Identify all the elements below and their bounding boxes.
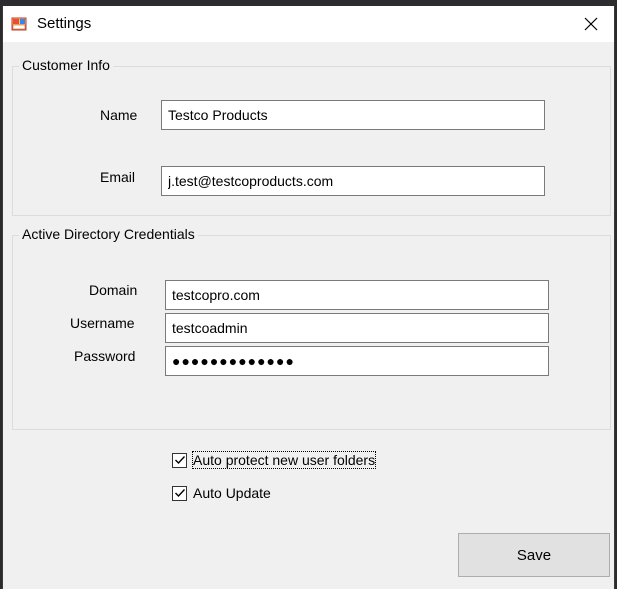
domain-label: Domain xyxy=(89,282,138,298)
close-icon xyxy=(584,17,598,31)
checkmark-icon xyxy=(174,456,185,465)
username-field[interactable] xyxy=(165,313,549,343)
settings-window-icon xyxy=(11,16,27,32)
auto-protect-option[interactable]: Auto protect new user folders xyxy=(172,451,377,469)
auto-update-option[interactable]: Auto Update xyxy=(172,485,271,501)
save-button[interactable]: Save xyxy=(458,533,610,577)
password-label: Password xyxy=(74,348,136,364)
window-title: Settings xyxy=(37,15,92,32)
auto-protect-checkbox[interactable] xyxy=(172,452,187,468)
ad-credentials-legend: Active Directory Credentials xyxy=(19,226,198,242)
password-field[interactable]: ●●●●●●●●●●●●● xyxy=(165,346,549,376)
title-bar: Settings xyxy=(3,6,614,42)
settings-window: Settings Customer Info Name Email Active… xyxy=(2,6,615,589)
auto-update-label[interactable]: Auto Update xyxy=(193,485,271,501)
domain-field[interactable] xyxy=(165,280,549,310)
name-label: Name xyxy=(100,107,138,123)
username-label: Username xyxy=(70,315,135,331)
name-field[interactable] xyxy=(161,100,545,130)
customer-info-legend: Customer Info xyxy=(19,57,113,73)
auto-protect-label[interactable]: Auto protect new user folders xyxy=(191,451,377,469)
email-field[interactable] xyxy=(161,166,545,196)
password-mask: ●●●●●●●●●●●●● xyxy=(172,353,295,369)
email-label: Email xyxy=(100,169,136,185)
close-button[interactable] xyxy=(568,6,614,42)
checkmark-icon xyxy=(174,489,185,498)
auto-update-checkbox[interactable] xyxy=(172,485,187,501)
